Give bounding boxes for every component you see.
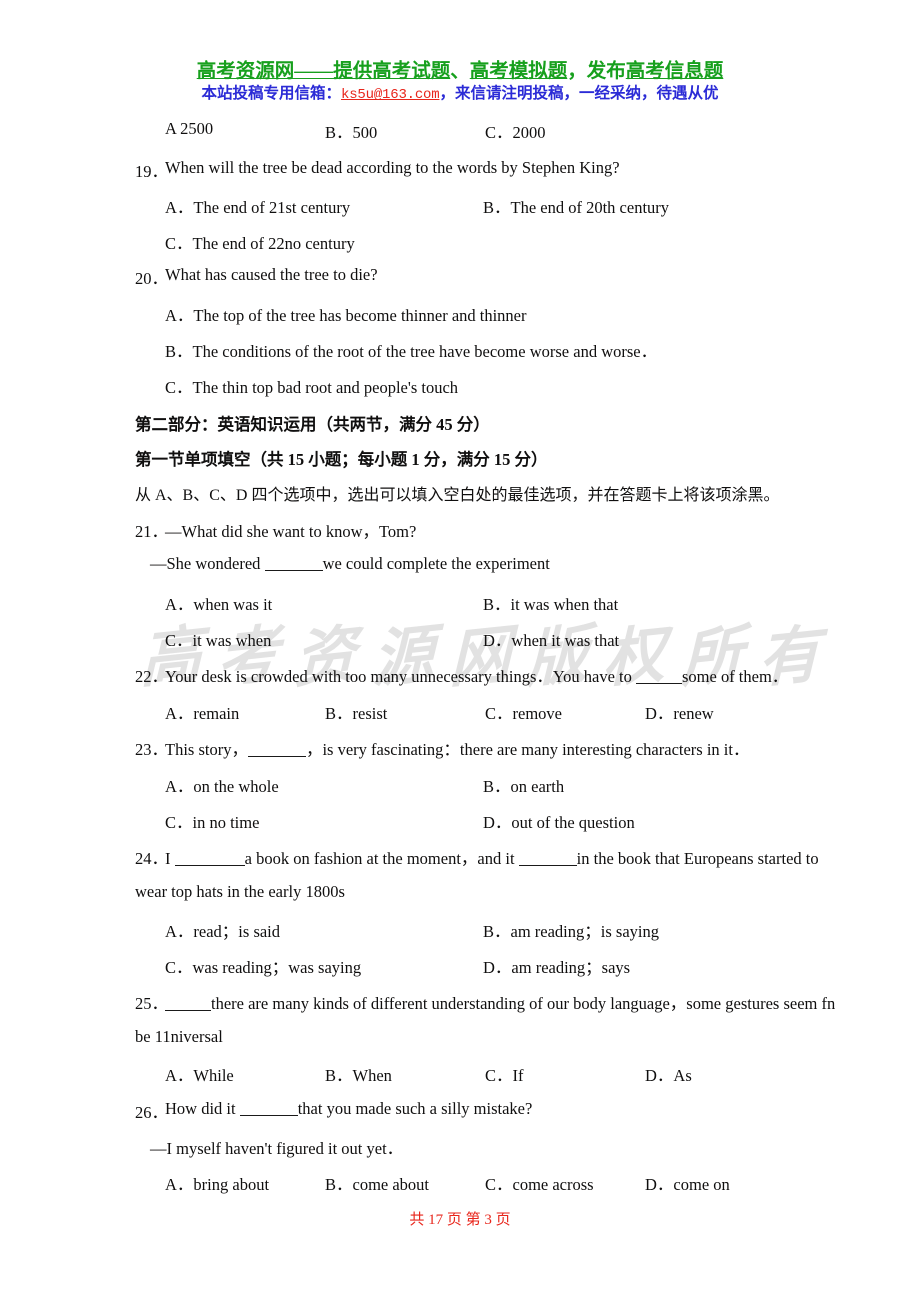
banner-email-link[interactable]: ks5u@163.com (341, 87, 440, 103)
option-item: C．If (485, 1066, 524, 1085)
question-stem-continued: —She wondered we could complete the expe… (150, 554, 550, 574)
option-item: A．remain (165, 704, 240, 723)
question-stem: —What did she want to know，Tom? (165, 522, 417, 541)
part-heading: 第二部分：英语知识运用（共两节，满分 45 分） (135, 415, 490, 434)
answer-blank (239, 1115, 298, 1116)
question-stem: there are many kinds of different unders… (165, 990, 835, 1014)
answer-blank (174, 865, 245, 866)
banner-headline-seg2: 高考试题 (372, 61, 451, 82)
option-item: A．bring about (165, 1175, 270, 1194)
option-item: B．500 (325, 123, 378, 142)
stem-text-post: ，is very fascinating：there are many inte… (305, 740, 750, 759)
answer-blank (518, 865, 577, 866)
option-item: A．While (165, 1066, 234, 1085)
banner-contact-suffix: ，来信请注明投稿，一经采纳，待遇从优 (439, 85, 719, 103)
section-instruction: 从 A、B、C、D 四个选项中，选出可以填入空白处的最佳选项，并在答题卡上将该项… (135, 487, 780, 504)
exam-page: 高考资源网——提供高考试题、高考模拟题，发布高考信息题 本站投稿专用信箱：ks5… (0, 0, 920, 1302)
option-item: C．The end of 22no century (165, 234, 355, 253)
banner-contact-prefix: 本站投稿专用信箱： (201, 85, 342, 103)
question-number: 24． (135, 849, 168, 868)
question-number: 20． (135, 269, 168, 288)
stem-text-pre: I (165, 849, 175, 868)
option-item: B．When (325, 1066, 392, 1085)
option-item: A．on the whole (165, 777, 279, 796)
option-item: C．2000 (485, 123, 546, 142)
option-item: A．when was it (165, 595, 273, 614)
question-stem-continued: be 11niversal (135, 1027, 223, 1046)
option-item: B．resist (325, 704, 388, 723)
option-item: B．am reading；is saying (483, 922, 659, 941)
question-stem: How did it that you made such a silly mi… (165, 1099, 532, 1119)
stem-text-post: that you made such a silly mistake? (297, 1099, 533, 1118)
option-item: D．come on (645, 1175, 730, 1194)
question-stem: What has caused the tree to die? (165, 265, 378, 284)
question-number: 19． (135, 162, 168, 181)
answer-blank (264, 570, 323, 571)
option-item: A．The top of the tree has become thinner… (165, 306, 527, 325)
option-item: D．As (645, 1066, 692, 1085)
option-item: C．was reading；was saying (165, 958, 362, 977)
section-heading: 第一节单项填空（共 15 小题；每小题 1 分，满分 15 分） (135, 450, 548, 469)
question-stem: When will the tree be dead according to … (165, 158, 620, 177)
question-stem: I a book on fashion at the moment，and it… (165, 845, 819, 869)
option-item: C．come across (485, 1175, 594, 1194)
option-item: C．it was when (165, 631, 272, 650)
question-number: 23． (135, 740, 168, 759)
stem-text-pre: —She wondered (150, 554, 265, 573)
option-item: A．read；is said (165, 922, 281, 941)
option-item: D．when it was that (483, 631, 620, 650)
stem-text-pre: Your desk is crowded with too many unnec… (165, 667, 636, 686)
question-stem-continued: —I myself haven't figured it out yet． (150, 1139, 404, 1158)
stem-text-post: there are many kinds of different unders… (211, 994, 836, 1013)
stem-text-post: in the book that Europeans started to (576, 849, 819, 868)
option-item: D．out of the question (483, 813, 635, 832)
stem-text-mid: a book on fashion at the moment，and it (244, 849, 519, 868)
option-item: B．The end of 20th century (483, 198, 670, 217)
banner-headline: 高考资源网——提供高考试题、高考模拟题，发布高考信息题 (0, 61, 920, 82)
stem-text-pre: This story， (165, 740, 248, 759)
stem-text-post: we could complete the experiment (322, 554, 550, 573)
option-item: C．The thin top bad root and people's tou… (165, 378, 459, 397)
stem-text-pre: How did it (165, 1099, 240, 1118)
question-number: 22． (135, 667, 168, 686)
banner-headline-seg4: 高考信息题 (625, 61, 724, 82)
option-item: B．it was when that (483, 595, 619, 614)
option-item: A．The end of 21st century (165, 198, 351, 217)
answer-blank (165, 1010, 211, 1011)
answer-blank (247, 756, 306, 757)
option-item: C．remove (485, 704, 562, 723)
site-banner: 高考资源网——提供高考试题、高考模拟题，发布高考信息题 本站投稿专用信箱：ks5… (0, 61, 920, 103)
question-number: 21． (135, 522, 168, 541)
question-number: 26． (135, 1103, 168, 1122)
banner-headline-seg3: 高考模拟题 (469, 61, 568, 82)
stem-text-post: some of them． (681, 667, 789, 686)
question-stem-continued: wear top hats in the early 1800s (135, 882, 345, 901)
page-footer: 共 17 页 第 3 页 (409, 1212, 511, 1228)
option-item: C．in no time (165, 813, 260, 832)
banner-contact-line: 本站投稿专用信箱：ks5u@163.com，来信请注明投稿，一经采纳，待遇从优 (0, 86, 920, 103)
answer-blank (635, 683, 682, 684)
option-item: A 2500 (165, 119, 214, 138)
banner-headline-seg1: 高考资源网——提供 (196, 61, 373, 82)
option-item: B．come about (325, 1175, 430, 1194)
option-item: B．on earth (483, 777, 565, 796)
banner-headline-sep1: 、 (450, 61, 470, 82)
question-stem: Your desk is crowded with too many unnec… (165, 663, 788, 687)
question-number: 25． (135, 994, 168, 1013)
option-item: D．am reading；says (483, 958, 631, 977)
option-item: B．The conditions of the root of the tree… (165, 342, 658, 361)
option-item: D．renew (645, 704, 714, 723)
banner-headline-sep2: ，发布 (567, 61, 626, 82)
question-stem: This story， ，is very fascinating：there ar… (165, 736, 749, 760)
